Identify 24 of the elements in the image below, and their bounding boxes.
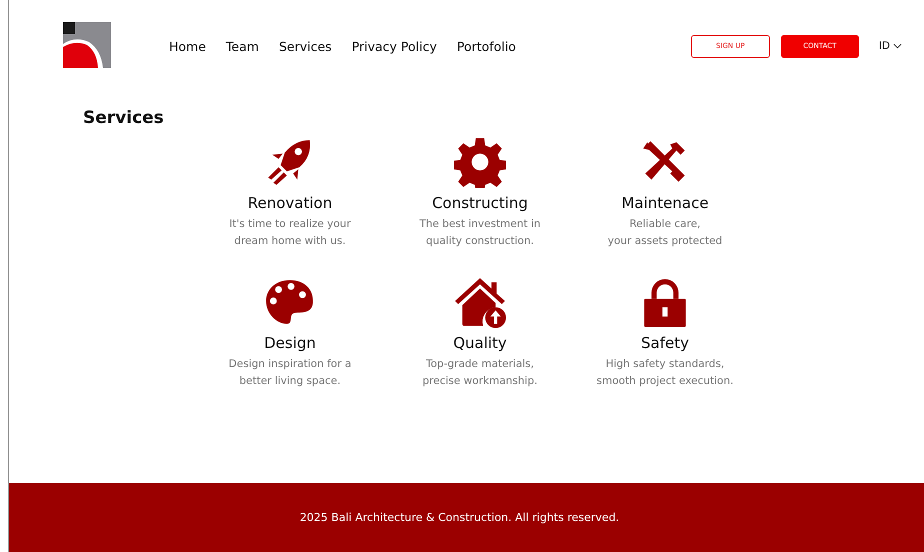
language-selector[interactable]: ID bbox=[878, 40, 902, 52]
nav-link[interactable]: Home bbox=[169, 38, 206, 54]
service-title: Constructing bbox=[432, 194, 528, 212]
copyright-text: 2025 Bali Architecture & Construction. All rights reserved. bbox=[300, 511, 620, 524]
service-description: Reliable care, your assets protected bbox=[608, 217, 722, 249]
service-title: Quality bbox=[453, 334, 507, 352]
service-description: The best investment in quality construction. bbox=[419, 217, 541, 249]
service-description: It's time to realize your dream home with us. bbox=[229, 217, 351, 249]
service-title: Renovation bbox=[248, 194, 332, 212]
gear-icon bbox=[454, 136, 506, 188]
service-title: Design bbox=[264, 334, 316, 352]
house-icon bbox=[454, 276, 506, 328]
service-description: Top-grade materials, precise workmanship. bbox=[422, 357, 538, 389]
nav-link[interactable]: Team bbox=[226, 38, 259, 54]
nav-link[interactable]: Privacy Policy bbox=[352, 38, 437, 54]
service-title: Maintenace bbox=[621, 194, 709, 212]
logo-icon bbox=[63, 22, 111, 68]
nav-link[interactable]: Portofolio bbox=[456, 38, 516, 54]
chevron-down-icon bbox=[893, 43, 902, 49]
service-description: High safety standards, smooth project execution. bbox=[596, 357, 734, 389]
section-title: Services bbox=[83, 108, 165, 128]
nav-link[interactable]: Services bbox=[278, 38, 332, 54]
service-description: Design inspiration for a better living space. bbox=[228, 357, 352, 389]
service-title: Safety bbox=[641, 334, 689, 352]
